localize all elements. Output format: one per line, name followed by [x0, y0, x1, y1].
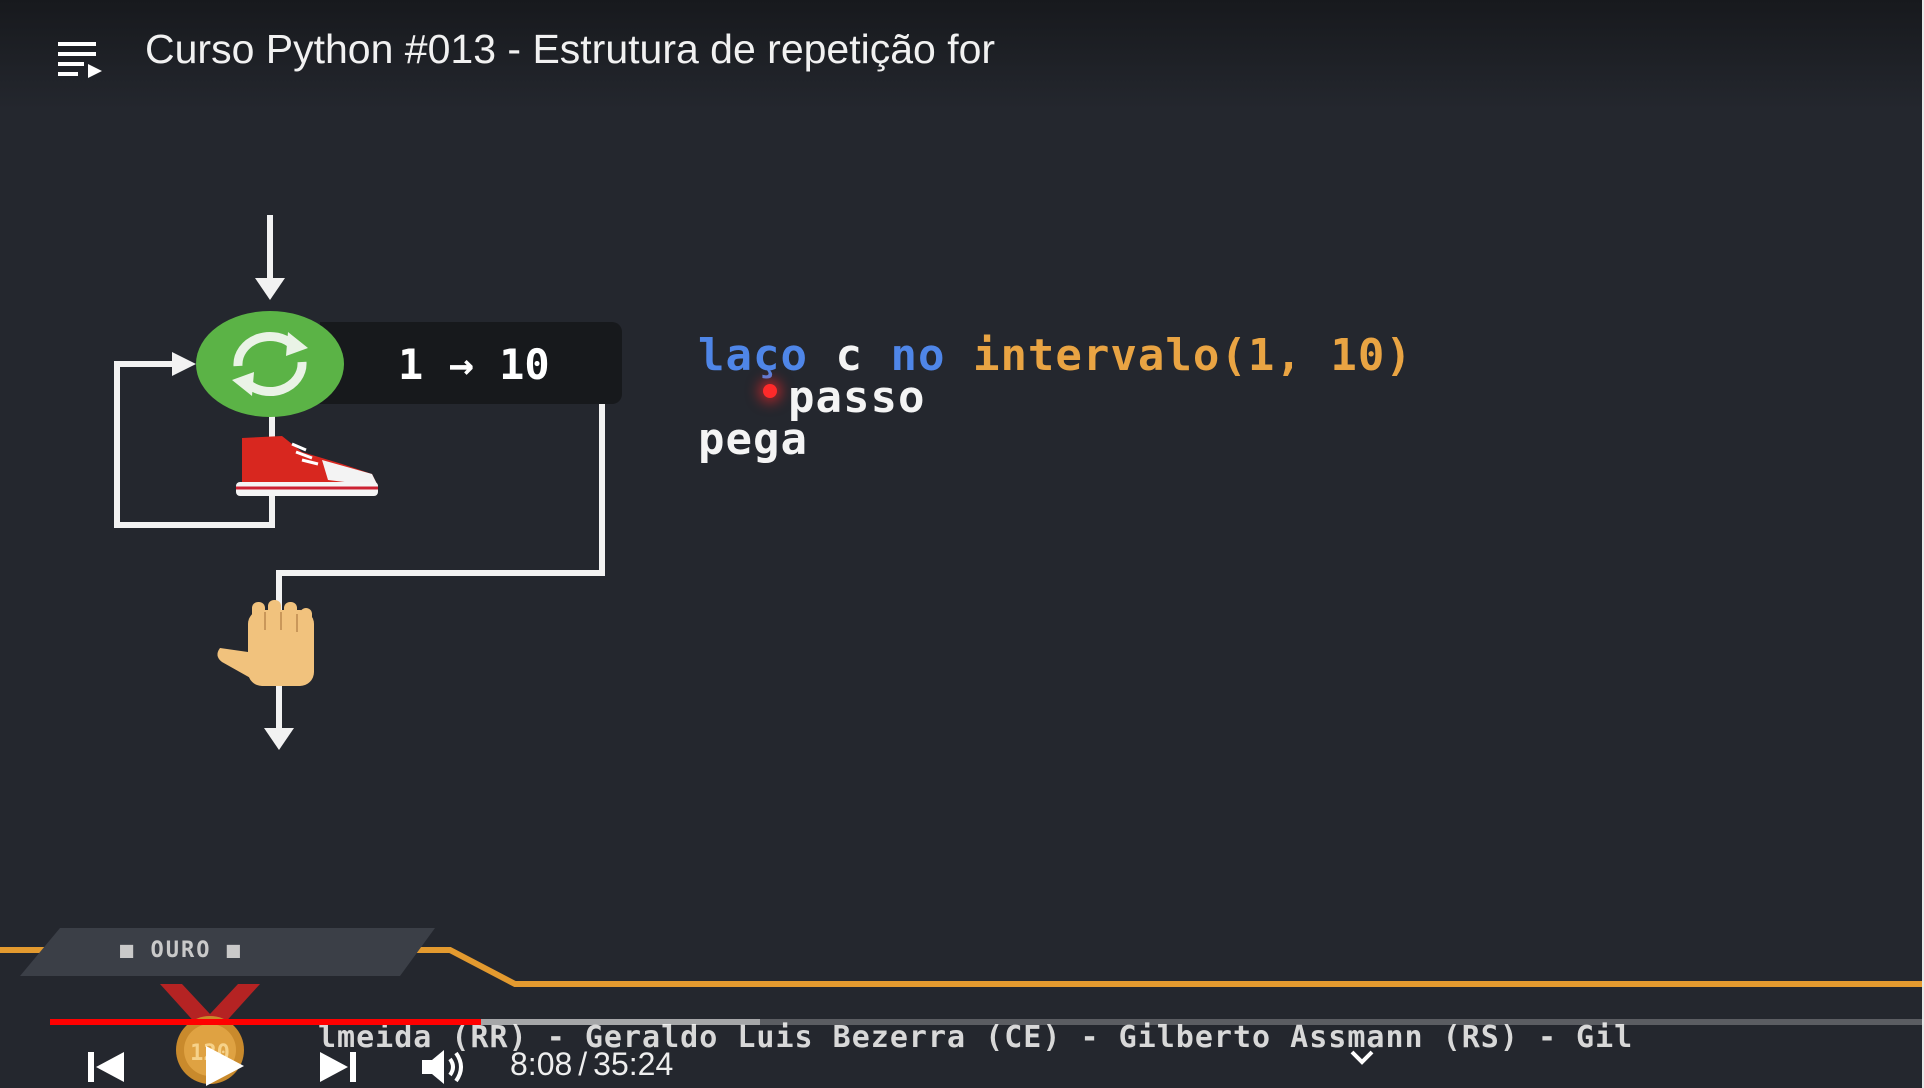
- volume-icon[interactable]: [420, 1048, 468, 1086]
- time-display: 8:08/35:24: [510, 1046, 673, 1083]
- progress-played: [50, 1019, 481, 1025]
- flow-arrow-in-head: [255, 278, 285, 300]
- loop-back-arrow-head: [172, 352, 196, 376]
- chevron-down-icon[interactable]: [1348, 1048, 1376, 1066]
- flowchart-diagram: [114, 215, 605, 750]
- range-label: 1 → 10: [398, 340, 550, 389]
- sneaker-icon: [236, 436, 378, 496]
- refresh-icon: [196, 311, 344, 417]
- tier-label: ■ OURO ■: [120, 938, 242, 963]
- play-icon[interactable]: [202, 1046, 246, 1086]
- video-frame[interactable]: Curso Python #013 - Estrutura de repetiç…: [0, 0, 1924, 1088]
- pointer-dot: [763, 384, 777, 398]
- duration: 35:24: [593, 1046, 674, 1082]
- time-separator: /: [578, 1046, 588, 1082]
- code-line-passo: passo: [788, 372, 926, 423]
- code-line-pega: pega: [698, 414, 808, 465]
- raised-hand-icon: [217, 600, 314, 686]
- previous-icon[interactable]: [86, 1050, 126, 1084]
- flow-arrow-out-head: [264, 728, 294, 750]
- next-icon[interactable]: [318, 1050, 358, 1084]
- current-time: 8:08: [510, 1046, 573, 1082]
- code-func-intervalo: intervalo(1, 10): [972, 330, 1413, 381]
